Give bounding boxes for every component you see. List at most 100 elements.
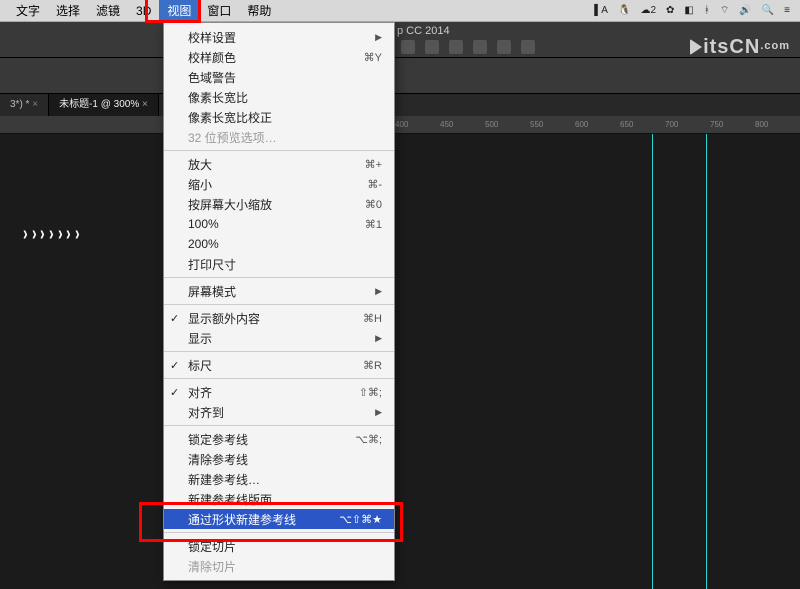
menu-item-label: 校样设置 bbox=[188, 29, 375, 46]
menu-item-缩小[interactable]: 缩小⌘- bbox=[164, 174, 394, 194]
tool-icon[interactable] bbox=[401, 40, 415, 54]
menu-item-label: 对齐到 bbox=[188, 404, 375, 421]
menu-item-通过形状新建参考线[interactable]: 通过形状新建参考线⌥⇧⌘★ bbox=[164, 509, 394, 529]
menu-separator bbox=[164, 532, 394, 533]
menu-item-100%[interactable]: 100%⌘1 bbox=[164, 214, 394, 234]
ruler-tick: 600 bbox=[575, 120, 588, 129]
menu-item-label: 显示 bbox=[188, 330, 375, 347]
menu-item-清除切片: 清除切片 bbox=[164, 556, 394, 576]
horizontal-ruler: 400450500550600650700750800850900 bbox=[0, 116, 800, 134]
menu-item-label: 200% bbox=[188, 237, 382, 251]
menu-item-200%[interactable]: 200% bbox=[164, 234, 394, 254]
ruler-tick: 750 bbox=[710, 120, 723, 129]
menu-item-色域警告[interactable]: 色域警告 bbox=[164, 67, 394, 87]
system-menubar: 文字选择滤镜3D视图窗口帮助 ▌A 🐧 ☁2 ✿ ◧ ᚼ ⌔ 🔊 🔍 ≡ bbox=[0, 0, 800, 22]
menu-item-label: 缩小 bbox=[188, 176, 342, 193]
menu-item-校样设置[interactable]: 校样设置▶ bbox=[164, 27, 394, 47]
menu-item-label: 新建参考线… bbox=[188, 471, 382, 488]
close-tab-icon[interactable]: × bbox=[29, 99, 38, 110]
menu-item-label: 锁定切片 bbox=[188, 538, 382, 555]
tool-icon[interactable] bbox=[473, 40, 487, 54]
checkmark-icon: ✓ bbox=[170, 312, 179, 325]
wifi-icon: ⌔ bbox=[720, 4, 729, 17]
menu-item-label: 清除参考线 bbox=[188, 451, 382, 468]
menu-item-label: 标尺 bbox=[188, 357, 342, 374]
menu-item-像素长宽比校正[interactable]: 像素长宽比校正 bbox=[164, 107, 394, 127]
tool-icon[interactable] bbox=[449, 40, 463, 54]
menu-separator bbox=[164, 378, 394, 379]
checkmark-icon: ✓ bbox=[170, 386, 179, 399]
menu-item-放大[interactable]: 放大⌘+ bbox=[164, 154, 394, 174]
menu-item-label: 放大 bbox=[188, 156, 342, 173]
ruler-tick: 550 bbox=[530, 120, 543, 129]
cloud-icon: ☁2 bbox=[640, 5, 656, 16]
menu-item-显示[interactable]: 显示▶ bbox=[164, 328, 394, 348]
menu-文字[interactable]: 文字 bbox=[8, 0, 48, 22]
menu-separator bbox=[164, 351, 394, 352]
menu-item-显示额外内容[interactable]: ✓显示额外内容⌘H bbox=[164, 308, 394, 328]
shortcut-label: ⌘1 bbox=[342, 218, 382, 231]
options-bar bbox=[0, 58, 800, 94]
menu-item-清除参考线[interactable]: 清除参考线 bbox=[164, 449, 394, 469]
menu-item-屏幕模式[interactable]: 屏幕模式▶ bbox=[164, 281, 394, 301]
document-tabs: 3*) * ×未标题-1 @ 300% × bbox=[0, 94, 800, 116]
menu-视图[interactable]: 视图 bbox=[159, 0, 199, 22]
menu-item-label: 显示额外内容 bbox=[188, 310, 342, 327]
menu-item-新建参考线…[interactable]: 新建参考线… bbox=[164, 469, 394, 489]
menu-窗口[interactable]: 窗口 bbox=[199, 0, 239, 22]
ruler-tick: 450 bbox=[440, 120, 453, 129]
menu-item-label: 通过形状新建参考线 bbox=[188, 511, 339, 528]
menu-separator bbox=[164, 425, 394, 426]
menu-item-校样颜色[interactable]: 校样颜色⌘Y bbox=[164, 47, 394, 67]
shortcut-label: ⌘- bbox=[342, 178, 382, 191]
document-tab[interactable]: 3*) * × bbox=[0, 94, 49, 116]
menu-item-label: 100% bbox=[188, 217, 342, 231]
menu-滤镜[interactable]: 滤镜 bbox=[88, 0, 128, 22]
menu-item-按屏幕大小缩放[interactable]: 按屏幕大小缩放⌘0 bbox=[164, 194, 394, 214]
menu-item-像素长宽比[interactable]: 像素长宽比 bbox=[164, 87, 394, 107]
menu-item-label: 对齐 bbox=[188, 384, 342, 401]
tool-icon[interactable] bbox=[521, 40, 535, 54]
shortcut-label: ⌥⇧⌘★ bbox=[339, 513, 382, 526]
menu-3D[interactable]: 3D bbox=[128, 0, 159, 22]
menu-item-打印尺寸[interactable]: 打印尺寸 bbox=[164, 254, 394, 274]
submenu-arrow-icon: ▶ bbox=[375, 333, 382, 344]
flower-icon: ✿ bbox=[666, 5, 674, 16]
vertical-guide[interactable] bbox=[706, 134, 707, 589]
tool-icon[interactable] bbox=[497, 40, 511, 54]
chevron-graphics: ››››››› bbox=[22, 223, 81, 246]
menu-选择[interactable]: 选择 bbox=[48, 0, 88, 22]
menu-item-label: 清除切片 bbox=[188, 558, 382, 575]
submenu-arrow-icon: ▶ bbox=[375, 32, 382, 43]
app-titlebar: p CC 2014 bbox=[0, 22, 800, 58]
view-menu-dropdown: 校样设置▶校样颜色⌘Y色域警告像素长宽比像素长宽比校正32 位预览选项…放大⌘+… bbox=[163, 22, 395, 581]
menu-item-32 位预览选项…: 32 位预览选项… bbox=[164, 127, 394, 147]
menu-帮助[interactable]: 帮助 bbox=[239, 0, 279, 22]
ruler-tick: 800 bbox=[755, 120, 768, 129]
menu-item-锁定参考线[interactable]: 锁定参考线⌥⌘; bbox=[164, 429, 394, 449]
menu-item-锁定切片[interactable]: 锁定切片 bbox=[164, 536, 394, 556]
menu-item-对齐到[interactable]: 对齐到▶ bbox=[164, 402, 394, 422]
tool-icon[interactable] bbox=[425, 40, 439, 54]
shortcut-label: ⌥⌘; bbox=[342, 433, 382, 446]
play-icon bbox=[690, 39, 702, 55]
vertical-guide[interactable] bbox=[652, 134, 653, 589]
menu-separator bbox=[164, 304, 394, 305]
menu-item-标尺[interactable]: ✓标尺⌘R bbox=[164, 355, 394, 375]
menu-separator bbox=[164, 277, 394, 278]
spotlight-icon: 🔍 bbox=[762, 5, 774, 16]
document-tab[interactable]: 未标题-1 @ 300% × bbox=[49, 94, 159, 116]
checkmark-icon: ✓ bbox=[170, 359, 179, 372]
close-tab-icon[interactable]: × bbox=[139, 99, 148, 110]
menu-item-对齐[interactable]: ✓对齐⇧⌘; bbox=[164, 382, 394, 402]
menu-item-label: 像素长宽比校正 bbox=[188, 109, 382, 126]
shortcut-label: ⌘0 bbox=[342, 198, 382, 211]
shortcut-label: ⌘+ bbox=[342, 158, 382, 171]
menu-item-新建参考线版面…[interactable]: 新建参考线版面… bbox=[164, 489, 394, 509]
canvas-area[interactable] bbox=[0, 134, 800, 589]
menu-item-label: 校样颜色 bbox=[188, 49, 342, 66]
volume-icon: 🔊 bbox=[739, 5, 751, 16]
menu-item-label: 屏幕模式 bbox=[188, 283, 375, 300]
menu-item-label: 32 位预览选项… bbox=[188, 129, 382, 146]
adobe-icon: ▌A bbox=[594, 5, 608, 16]
